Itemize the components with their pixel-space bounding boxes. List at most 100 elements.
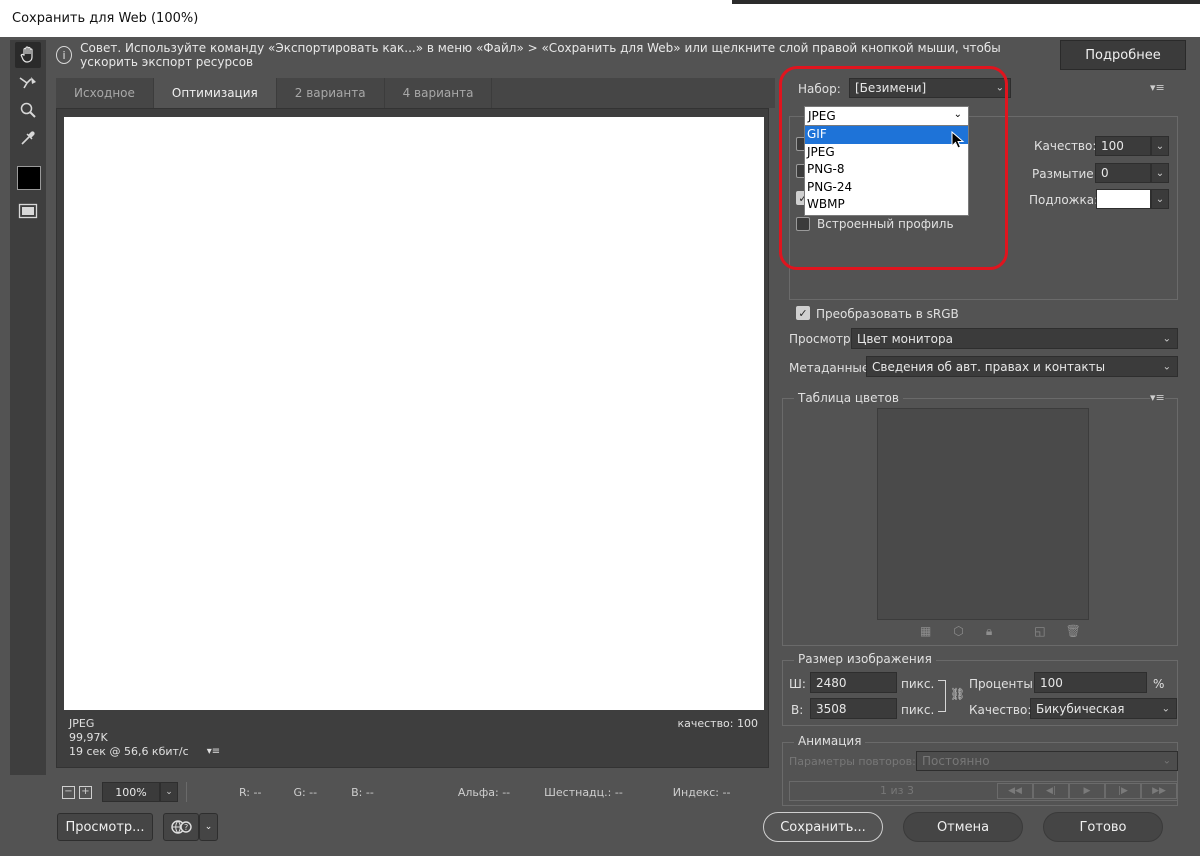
preview-size: 99,97K [69,731,108,744]
blur-dropdown-button[interactable]: ⌄ [1151,163,1169,183]
percent-input[interactable]: 100 [1034,672,1147,693]
metadata-select[interactable]: Сведения об авт. правах и контакты ⌄ [866,356,1178,377]
preview-format: JPEG [69,717,95,730]
window-titlebar: Сохранить для Web (100%) [0,0,1200,37]
browser-dropdown-button[interactable]: ⌄ [199,813,218,841]
quality-label: Качество: [1034,139,1097,153]
width-input[interactable]: 2480 [810,672,897,693]
web-snap-icon[interactable]: ▦ [920,624,931,642]
matte-dropdown-button[interactable]: ⌄ [1151,189,1169,209]
blur-value: 0 [1101,166,1109,180]
color-table-area[interactable] [877,408,1089,620]
color-table-title: Таблица цветов [794,391,903,405]
image-preview[interactable] [64,117,764,710]
play-button[interactable]: ▶ [1069,783,1105,799]
zoom-dropdown-button[interactable]: ⌄ [160,782,178,802]
frame-counter: 1 из 3 [880,784,914,797]
preview-quality: качество: 100 [677,717,758,730]
preview-toggle-icon[interactable] [15,198,41,224]
color-swatch-icon[interactable] [17,166,41,190]
preview-mode-select[interactable]: Цвет монитора ⌄ [851,328,1178,349]
height-value: 3508 [816,701,847,716]
loop-select[interactable]: Постоянно ⌄ [916,751,1178,771]
frame-navigation: ◀◀ ◀| ▶ |▶ ▶▶ [997,783,1177,799]
eyedropper-select-icon[interactable] [15,70,41,96]
cancel-button[interactable]: Отмена [903,812,1023,842]
done-button[interactable]: Готово [1043,812,1163,842]
quality-input[interactable]: 100 [1095,136,1151,156]
new-color-icon[interactable]: ◱ [1034,624,1045,642]
link-icon[interactable]: ⛓︎ [950,687,965,701]
highlight-ring [779,66,1008,270]
color-table-tools: ▦ ⬡ 🔒︎ ◱ 🗑︎ [920,624,1081,642]
prev-frame-button[interactable]: ◀| [1033,783,1069,799]
alpha-readout: Альфа: -- [457,785,511,799]
hex-readout: Шестнадц.: -- [544,785,623,799]
hand-icon[interactable] [15,42,41,68]
preview-info: JPEG 99,97K 19 сек @ 56,6 кбит/с ▾≡ [69,717,220,759]
resample-select[interactable]: Бикубическая ⌄ [1030,698,1177,719]
chevron-down-icon: ⌄ [1161,703,1170,714]
preview-mode-value: Цвет монитора [857,331,953,346]
preview-button[interactable]: Просмотр... [57,813,153,841]
browser-preview-button[interactable]: ? [163,813,199,841]
preset-menu-icon[interactable]: ▾≡ [1150,81,1165,94]
tab-optimized[interactable]: Оптимизация [153,78,277,108]
status-bar: − + 100% ⌄ R: -- G: -- B: -- Альфа: -- Ш… [56,778,775,806]
tab-2up[interactable]: 2 варианта [277,78,385,108]
chevron-down-icon: ⌄ [1162,361,1171,372]
convert-srgb-label: Преобразовать в sRGB [816,307,959,321]
eyedropper-icon[interactable] [15,125,41,151]
blur-label: Размытие: [1032,167,1098,181]
loop-label: Параметры повторов: [789,755,916,768]
blur-input[interactable]: 0 [1095,163,1151,183]
tab-original[interactable]: Исходное [56,78,154,108]
metadata-value: Сведения об авт. правах и контакты [872,359,1106,374]
tab-4up[interactable]: 4 варианта [385,78,493,108]
link-bracket [938,680,946,712]
convert-srgb-checkbox[interactable]: ✓ [796,306,810,320]
view-tabs: Исходное Оптимизация 2 варианта 4 вариан… [56,78,775,108]
height-label: В: [791,703,804,717]
matte-swatch[interactable] [1096,189,1151,209]
first-frame-button[interactable]: ◀◀ [997,783,1033,799]
tool-column [10,40,46,775]
trash-icon[interactable]: 🗑︎ [1066,624,1081,642]
next-frame-button[interactable]: |▶ [1105,783,1141,799]
zoom-in-button[interactable]: + [79,785,92,799]
animation-title: Анимация [794,734,866,748]
resample-label: Качество: [969,703,1032,717]
percent-label: Проценты: [969,677,1037,691]
globe-icon: ? [171,820,192,834]
more-info-button[interactable]: Подробнее [1060,40,1186,70]
tip-text: Совет. Используйте команду «Экспортирова… [80,41,1001,69]
preview-mode-label: Просмотр: [789,332,855,346]
percent-sign: % [1153,677,1165,691]
height-input[interactable]: 3508 [810,698,897,719]
color-table-menu-icon[interactable]: ▾≡ [1150,391,1165,404]
titlebar-edge [732,0,1200,4]
resample-value: Бикубическая [1036,701,1125,716]
save-button[interactable]: Сохранить... [763,812,883,842]
zoom-level-field[interactable]: 100% [102,782,160,802]
quality-dropdown-button[interactable]: ⌄ [1151,136,1169,156]
loop-value: Постоянно [922,754,990,768]
chevron-down-icon: ⌄ [204,822,213,832]
matte-label: Подложка: [1029,193,1099,207]
window-title: Сохранить для Web (100%) [12,11,199,26]
metadata-label: Метаданные: [789,361,874,375]
last-frame-button[interactable]: ▶▶ [1141,783,1177,799]
zoom-out-button[interactable]: − [62,785,75,799]
cube-icon[interactable]: ⬡ [953,624,963,642]
image-size-title: Размер изображения [794,652,936,666]
divider [186,782,187,802]
preview-time: 19 сек @ 56,6 кбит/с [69,745,189,758]
width-label: Ш: [789,677,806,691]
red-readout: R: -- [239,785,262,799]
height-unit: пикс. [901,703,935,717]
zoom-icon[interactable] [15,97,41,123]
svg-text:?: ? [184,823,188,832]
width-unit: пикс. [901,677,935,691]
lock-icon[interactable]: 🔒︎ [986,624,992,642]
speed-menu-icon[interactable]: ▾≡ [207,745,220,759]
